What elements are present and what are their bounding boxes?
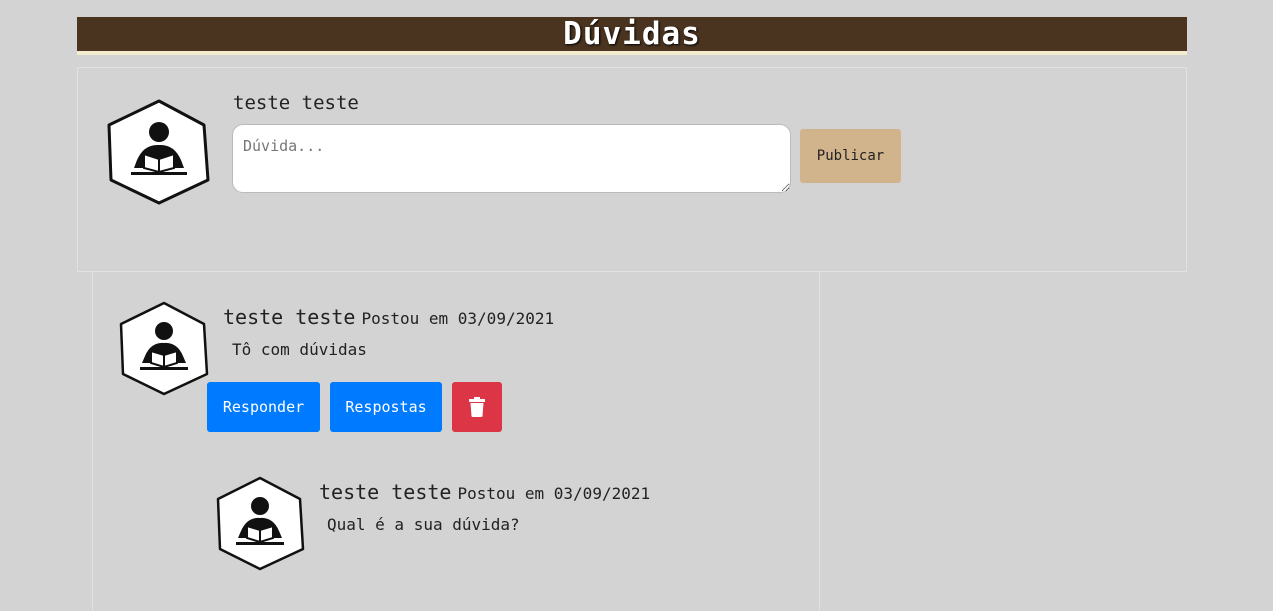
question-textarea[interactable] <box>232 124 791 193</box>
reply-header: teste teste Postou em 03/09/2021 <box>319 480 650 504</box>
reply-button[interactable]: Responder <box>207 382 320 432</box>
post-date: Postou em 03/09/2021 <box>361 309 555 328</box>
page-title: Dúvidas <box>563 15 701 52</box>
reading-person-hexagon-icon <box>104 96 214 206</box>
reading-person-hexagon-icon <box>118 300 210 396</box>
trash-icon <box>469 397 485 417</box>
post-header: teste teste Postou em 03/09/2021 <box>223 305 554 329</box>
answers-button[interactable]: Respostas <box>330 382 442 432</box>
page-header: Dúvidas <box>77 17 1187 55</box>
post-user-name: teste teste <box>223 305 356 329</box>
reply-text: Qual é a sua dúvida? <box>327 515 520 534</box>
compose-panel: teste teste Publicar <box>77 67 1187 272</box>
delete-button[interactable] <box>452 382 502 432</box>
post-text: Tô com dúvidas <box>232 340 367 359</box>
reply-user-name: teste teste <box>319 480 452 504</box>
compose-user-name: teste teste <box>233 92 359 114</box>
thread-panel: teste teste Postou em 03/09/2021 Tô com d… <box>92 271 820 611</box>
reading-person-hexagon-icon <box>215 475 305 571</box>
reply-date: Postou em 03/09/2021 <box>457 484 651 503</box>
publish-button[interactable]: Publicar <box>800 129 901 183</box>
